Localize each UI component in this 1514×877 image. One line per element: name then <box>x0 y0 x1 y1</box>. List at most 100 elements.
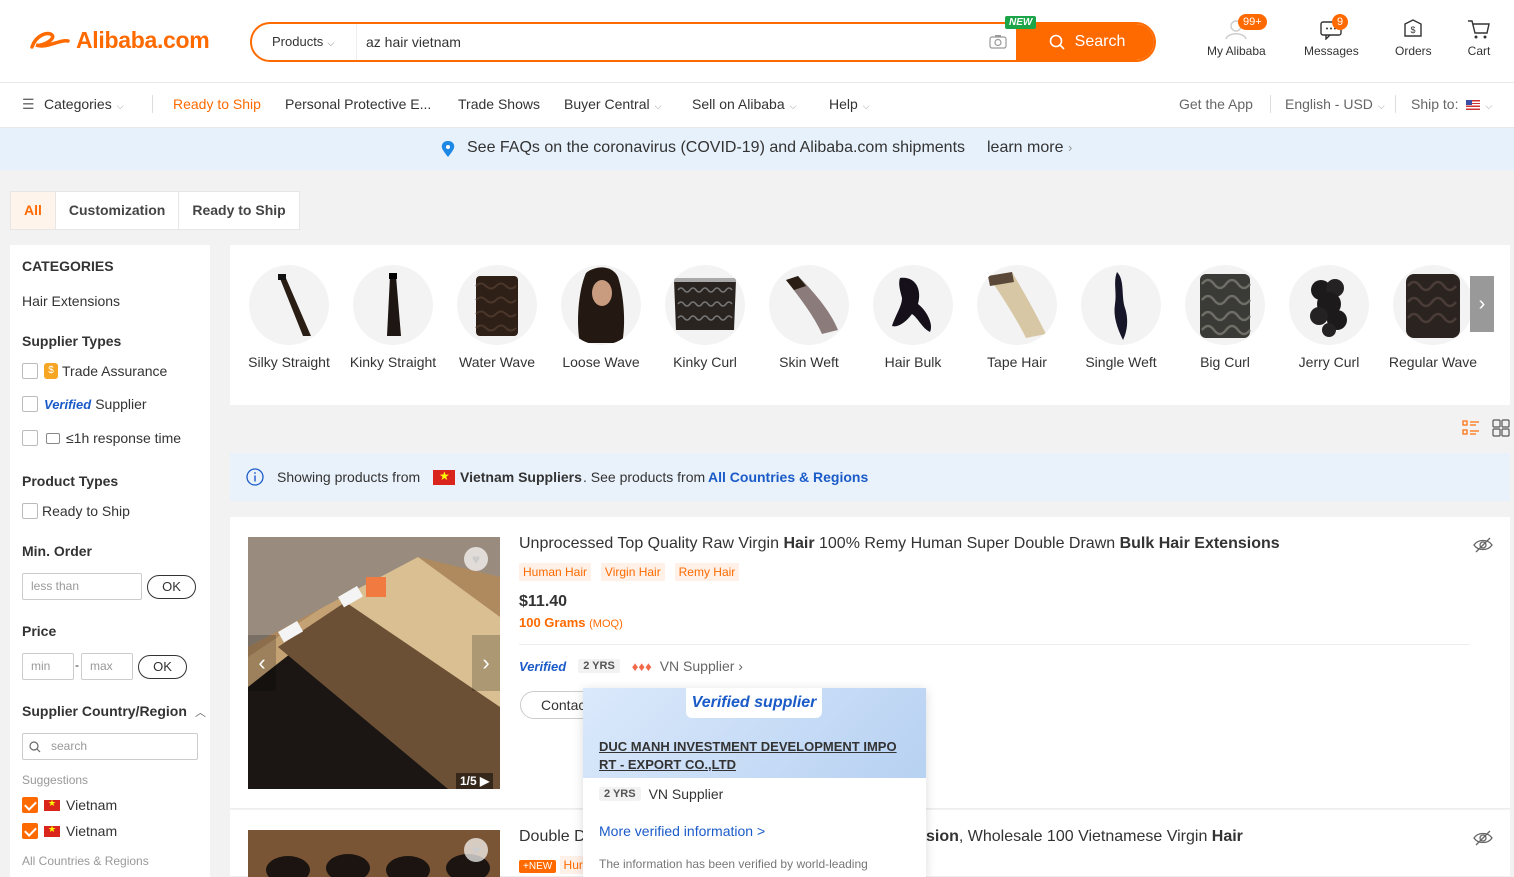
country-search-input[interactable]: search <box>22 733 198 760</box>
tab-customization[interactable]: Customization <box>56 192 180 229</box>
nav-ship-to[interactable]: Ship to: ⌵ <box>1411 96 1492 112</box>
min-order-ok-button[interactable]: OK <box>147 575 196 599</box>
vietnam-flag-icon <box>44 824 60 837</box>
ready-to-ship-filter[interactable]: Ready to Ship <box>22 503 130 519</box>
category-kinky-straight[interactable]: Kinky Straight <box>341 265 445 370</box>
product-title-continued[interactable]: sion, Wholesale 100 Vietnamese Virgin Ha… <box>926 828 1243 846</box>
category-big-curl[interactable]: Big Curl <box>1173 265 1277 370</box>
price-ok-button[interactable]: OK <box>138 655 187 679</box>
nav-divider <box>1395 95 1396 113</box>
covid-learn-more-link[interactable]: learn more › <box>987 139 1072 157</box>
price-min-input[interactable]: min <box>22 653 74 680</box>
notice-country: Vietnam Suppliers <box>460 469 582 485</box>
camera-icon[interactable] <box>989 34 1007 49</box>
tape-hair-icon <box>977 265 1057 345</box>
nav-sell[interactable]: Sell on Alibaba ⌵ <box>692 96 796 112</box>
category-single-weft[interactable]: Single Weft <box>1069 265 1173 370</box>
category-tape-hair[interactable]: Tape Hair <box>965 265 1069 370</box>
chevron-down-icon: ⌵ <box>789 101 797 111</box>
nav-language[interactable]: English - USD ⌵ <box>1285 96 1385 112</box>
country-filter-vietnam[interactable]: Vietnam <box>22 797 117 813</box>
product-moq: 100 Grams (MOQ) <box>519 615 623 630</box>
checkbox[interactable] <box>22 396 38 412</box>
verified-supplier-filter[interactable]: Verified Supplier <box>22 396 147 412</box>
more-verified-info-link[interactable]: More verified information > <box>599 823 765 839</box>
category-loose-wave[interactable]: Loose Wave <box>549 265 653 370</box>
category-silky-straight[interactable]: Silky Straight <box>237 265 341 370</box>
skin-weft-icon <box>769 265 849 345</box>
orders-link[interactable]: $ Orders <box>1395 18 1432 58</box>
category-skin-weft[interactable]: Skin Weft <box>757 265 861 370</box>
favorite-heart-icon[interactable]: ♥ <box>464 547 488 571</box>
checkbox-checked[interactable] <box>22 797 38 813</box>
verified-logo: Verified <box>44 396 92 412</box>
notice-middle: . See products from <box>583 469 706 485</box>
chevron-down-icon: ⌵ <box>327 38 335 48</box>
nav-get-app[interactable]: Get the App <box>1179 96 1253 112</box>
grid-view-icon[interactable] <box>1492 419 1510 437</box>
image-next-arrow[interactable]: › <box>472 635 500 691</box>
cart-link[interactable]: Cart <box>1466 18 1492 58</box>
checkbox-checked[interactable] <box>22 823 38 839</box>
alibaba-logo-icon <box>30 31 70 49</box>
hide-eye-icon[interactable] <box>1473 830 1493 846</box>
bulk-hair-icon <box>873 265 953 345</box>
product-image[interactable]: ♥ ‹ › 1/5 ▶ <box>248 537 500 789</box>
checkbox[interactable] <box>22 503 38 519</box>
category-link[interactable]: Hair Extensions <box>22 293 120 309</box>
product-title[interactable]: Unprocessed Top Quality Raw Virgin Hair … <box>519 535 1280 553</box>
search-button[interactable]: Search <box>1016 24 1154 60</box>
trade-assurance-filter[interactable]: $ Trade Assurance <box>22 363 167 379</box>
favorite-heart-icon[interactable]: ♥ <box>464 838 488 862</box>
product-tags: +NEW Hur <box>519 856 593 874</box>
tag-virgin-hair[interactable]: Virgin Hair <box>600 563 665 581</box>
alibaba-logo[interactable]: Alibaba.com <box>28 27 210 54</box>
tab-ready-to-ship[interactable]: Ready to Ship <box>179 192 298 229</box>
chevron-up-icon[interactable]: ︿ <box>195 707 206 719</box>
image-pager: 1/5 ▶ <box>456 773 494 789</box>
notice-prefix: Showing products from <box>277 469 421 485</box>
tag-remy-hair[interactable]: Remy Hair <box>674 563 740 581</box>
search-input[interactable] <box>366 30 966 54</box>
product-image[interactable]: ♥ <box>248 830 500 877</box>
verified-supplier-badge: Verified supplier <box>686 688 822 718</box>
curly-hair-bundle-icon <box>1289 265 1369 345</box>
price-max-input[interactable]: max <box>81 653 133 680</box>
nav-help[interactable]: Help ⌵ <box>829 96 870 112</box>
response-time-filter[interactable]: ≤1h response time <box>22 430 181 446</box>
categories-heading: CATEGORIES <box>22 258 114 274</box>
checkbox[interactable] <box>22 430 38 446</box>
supplier-country-link[interactable]: VN Supplier › <box>660 658 743 674</box>
category-water-wave[interactable]: Water Wave <box>445 265 549 370</box>
nav-ppe[interactable]: Personal Protective E... <box>285 96 431 112</box>
hide-eye-icon[interactable] <box>1473 537 1493 553</box>
hair-bundles-image <box>248 537 500 789</box>
supplier-company-link[interactable]: DUC MANH INVESTMENT DEVELOPMENT IMPO RT … <box>599 738 914 774</box>
list-view-icon[interactable] <box>1462 419 1480 437</box>
min-order-input[interactable]: less than <box>22 573 142 600</box>
search-icon <box>29 741 41 753</box>
nav-trade-shows[interactable]: Trade Shows <box>458 96 540 112</box>
nav-divider <box>1270 95 1271 113</box>
info-icon <box>246 468 264 486</box>
curly-hair-bundle-icon <box>457 265 537 345</box>
category-next-arrow[interactable]: › <box>1470 276 1494 332</box>
category-kinky-curl[interactable]: Kinky Curl <box>653 265 757 370</box>
image-prev-arrow[interactable]: ‹ <box>248 635 276 691</box>
country-filter-vietnam[interactable]: Vietnam <box>22 823 117 839</box>
price-heading: Price <box>22 623 57 639</box>
all-countries-link[interactable]: All Countries & Regions <box>22 854 149 868</box>
tab-all[interactable]: All <box>11 192 56 229</box>
category-jerry-curl[interactable]: Jerry Curl <box>1277 265 1381 370</box>
nav-categories[interactable]: ☰ Categories ⌵ <box>22 96 124 113</box>
filter-sidebar: CATEGORIES Hair Extensions Supplier Type… <box>10 245 210 877</box>
tag-human-hair[interactable]: Human Hair <box>519 563 592 581</box>
notice-all-countries-link[interactable]: All Countries & Regions <box>708 469 868 485</box>
chevron-right-icon: › <box>1067 140 1073 155</box>
checkbox[interactable] <box>22 363 38 379</box>
product-title[interactable]: Double D <box>519 828 586 846</box>
search-scope-dropdown[interactable]: Products ⌵ <box>252 24 357 60</box>
nav-buyer-central[interactable]: Buyer Central ⌵ <box>564 96 661 112</box>
category-hair-bulk[interactable]: Hair Bulk <box>861 265 965 370</box>
nav-ready-to-ship[interactable]: Ready to Ship <box>173 96 261 112</box>
